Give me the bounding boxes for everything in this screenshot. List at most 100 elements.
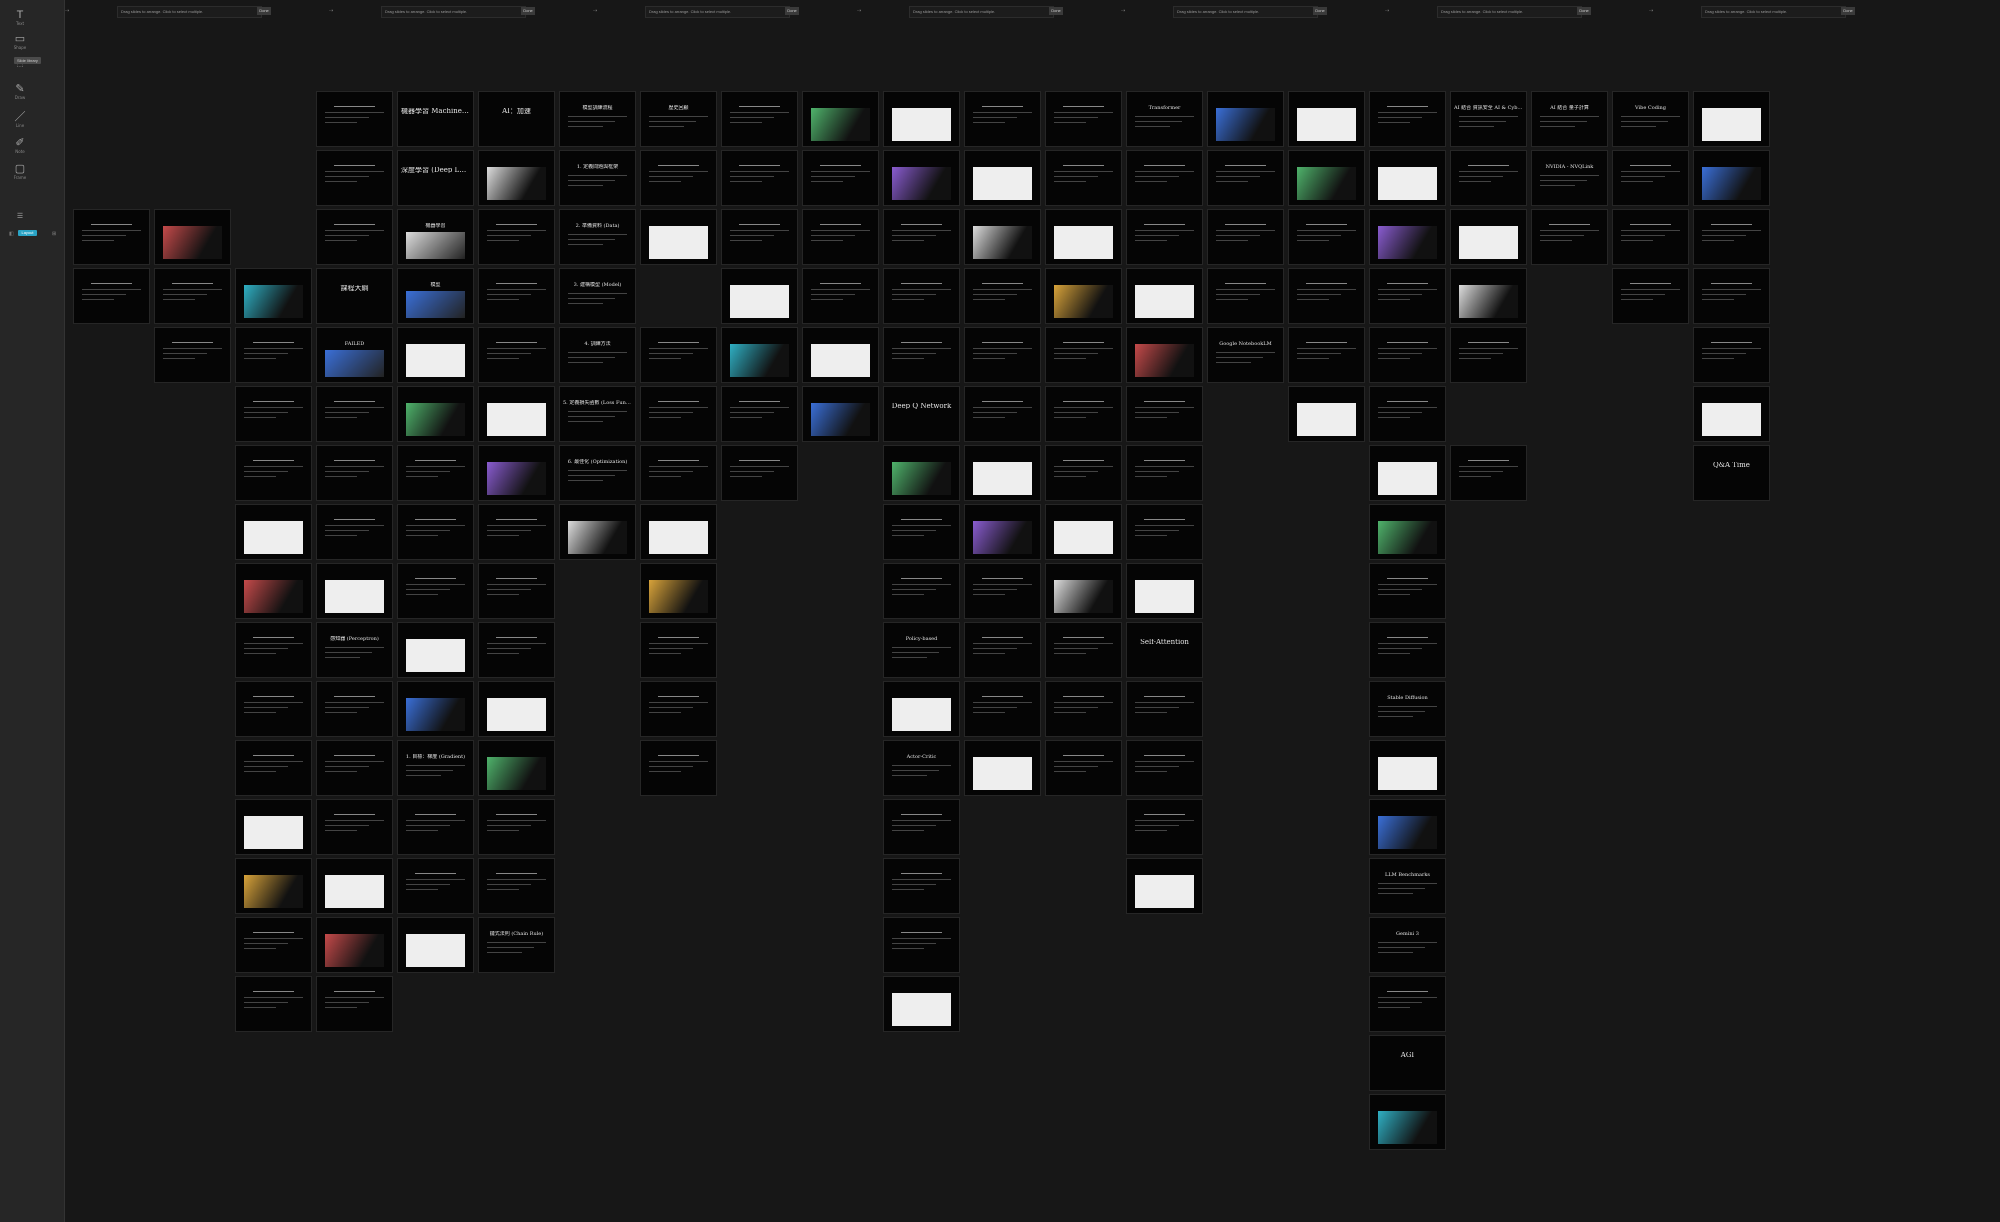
slide-thumbnail[interactable]: Deep Q Network	[883, 386, 960, 442]
slide-thumbnail[interactable]	[1450, 445, 1527, 501]
slide-thumbnail[interactable]	[964, 209, 1041, 265]
slide-thumbnail[interactable]	[883, 858, 960, 914]
slide-thumbnail[interactable]	[802, 386, 879, 442]
slide-thumbnail[interactable]	[1045, 327, 1122, 383]
slide-thumbnail[interactable]	[802, 268, 879, 324]
close-icon[interactable]: ⊞	[52, 231, 56, 237]
slide-thumbnail[interactable]: 5. 定義損失函數 (Loss Function)	[559, 386, 636, 442]
slide-thumbnail[interactable]: LLM Benchmarks	[1369, 858, 1446, 914]
done-button[interactable]: Done	[257, 7, 271, 15]
slide-thumbnail[interactable]	[883, 681, 960, 737]
collapse-arrow-icon[interactable]: ⇢	[1385, 8, 1389, 14]
slide-thumbnail[interactable]	[235, 327, 312, 383]
slide-thumbnail[interactable]	[802, 327, 879, 383]
slide-thumbnail[interactable]	[1045, 681, 1122, 737]
slide-thumbnail[interactable]: NVIDIA - NVQLink	[1531, 150, 1608, 206]
slide-thumbnail[interactable]	[235, 917, 312, 973]
slide-thumbnail[interactable]	[1288, 91, 1365, 147]
slide-thumbnail[interactable]	[1126, 740, 1203, 796]
slide-thumbnail[interactable]: 3. 建構模型 (Model)	[559, 268, 636, 324]
slide-thumbnail[interactable]	[1288, 386, 1365, 442]
slide-thumbnail[interactable]	[397, 445, 474, 501]
slide-thumbnail[interactable]	[1045, 386, 1122, 442]
slide-thumbnail[interactable]	[316, 445, 393, 501]
slide-thumbnail[interactable]	[802, 150, 879, 206]
slide-thumbnail[interactable]	[640, 386, 717, 442]
slide-thumbnail[interactable]: 2. 準備資料 (Data)	[559, 209, 636, 265]
slide-thumbnail[interactable]: 感知器 (Perceptron)	[316, 622, 393, 678]
slide-thumbnail[interactable]	[964, 91, 1041, 147]
slide-thumbnail[interactable]	[235, 445, 312, 501]
slide-thumbnail[interactable]	[640, 150, 717, 206]
slide-thumbnail[interactable]	[1045, 563, 1122, 619]
slide-thumbnail[interactable]	[1288, 150, 1365, 206]
slide-thumbnail[interactable]	[883, 799, 960, 855]
done-button[interactable]: Done	[1049, 7, 1063, 15]
slide-thumbnail[interactable]: Actor-Critic	[883, 740, 960, 796]
slide-thumbnail[interactable]	[1369, 1094, 1446, 1150]
slide-thumbnail[interactable]	[316, 917, 393, 973]
slide-thumbnail[interactable]	[640, 563, 717, 619]
slide-thumbnail[interactable]	[1369, 327, 1446, 383]
slide-thumbnail[interactable]	[1693, 209, 1770, 265]
slide-thumbnail[interactable]: Vibe Coding	[1612, 91, 1689, 147]
note-icon[interactable]: ✐ Note	[8, 136, 32, 156]
slide-thumbnail[interactable]	[235, 386, 312, 442]
slide-thumbnail[interactable]	[235, 858, 312, 914]
slide-thumbnail[interactable]	[478, 740, 555, 796]
slide-thumbnail[interactable]	[478, 799, 555, 855]
slide-thumbnail[interactable]	[316, 740, 393, 796]
slide-thumbnail[interactable]	[316, 91, 393, 147]
slide-thumbnail[interactable]	[1126, 445, 1203, 501]
slide-thumbnail[interactable]: 6. 最佳化 (Optimization)	[559, 445, 636, 501]
slide-thumbnail[interactable]	[478, 622, 555, 678]
slide-thumbnail[interactable]	[1612, 209, 1689, 265]
slide-thumbnail[interactable]	[640, 622, 717, 678]
slide-thumbnail[interactable]: 機器學習	[397, 209, 474, 265]
slide-thumbnail[interactable]	[1369, 445, 1446, 501]
slide-thumbnail[interactable]: 鏈式法則 (Chain Rule)	[478, 917, 555, 973]
slide-thumbnail[interactable]: AI 結合 量子計算	[1531, 91, 1608, 147]
slide-thumbnail[interactable]	[640, 504, 717, 560]
slide-thumbnail[interactable]	[1126, 799, 1203, 855]
slide-thumbnail[interactable]	[883, 976, 960, 1032]
slide-thumbnail[interactable]	[316, 150, 393, 206]
slide-thumbnail[interactable]	[316, 504, 393, 560]
slide-thumbnail[interactable]	[640, 445, 717, 501]
slide-thumbnail[interactable]	[397, 917, 474, 973]
shape-icon[interactable]: ▭ Shape	[8, 32, 32, 52]
collapse-arrow-icon[interactable]: ⇢	[593, 8, 597, 14]
slide-thumbnail[interactable]: 4. 訓練方法	[559, 327, 636, 383]
slide-thumbnail[interactable]	[1045, 150, 1122, 206]
slide-thumbnail[interactable]	[316, 858, 393, 914]
slide-thumbnail[interactable]	[397, 622, 474, 678]
slide-thumbnail[interactable]: Gemini 3	[1369, 917, 1446, 973]
slide-thumbnail[interactable]	[397, 681, 474, 737]
slide-thumbnail[interactable]	[721, 91, 798, 147]
slide-thumbnail[interactable]	[1045, 91, 1122, 147]
slide-thumbnail[interactable]	[316, 976, 393, 1032]
done-button[interactable]: Done	[521, 7, 535, 15]
slide-thumbnail[interactable]	[964, 150, 1041, 206]
slide-thumbnail[interactable]	[883, 445, 960, 501]
slide-thumbnail[interactable]	[478, 445, 555, 501]
slide-thumbnail[interactable]	[640, 681, 717, 737]
slide-thumbnail[interactable]	[316, 386, 393, 442]
slide-thumbnail[interactable]	[235, 563, 312, 619]
slide-thumbnail[interactable]: 1. 定義問題與框架	[559, 150, 636, 206]
slide-thumbnail[interactable]: Q&A Time	[1693, 445, 1770, 501]
slide-thumbnail[interactable]: 機器學習 Machine Learning	[397, 91, 474, 147]
slide-thumbnail[interactable]	[1369, 740, 1446, 796]
slide-thumbnail[interactable]	[1045, 209, 1122, 265]
slide-thumbnail[interactable]	[235, 799, 312, 855]
slide-thumbnail[interactable]	[1126, 327, 1203, 383]
slide-thumbnail[interactable]	[1045, 445, 1122, 501]
slide-thumbnail[interactable]	[721, 445, 798, 501]
slide-thumbnail[interactable]	[397, 386, 474, 442]
done-button[interactable]: Done	[1577, 7, 1591, 15]
slide-thumbnail[interactable]	[1369, 504, 1446, 560]
slide-thumbnail[interactable]	[802, 91, 879, 147]
slide-thumbnail[interactable]	[397, 327, 474, 383]
slide-thumbnail[interactable]	[1693, 91, 1770, 147]
slide-thumbnail[interactable]	[721, 386, 798, 442]
